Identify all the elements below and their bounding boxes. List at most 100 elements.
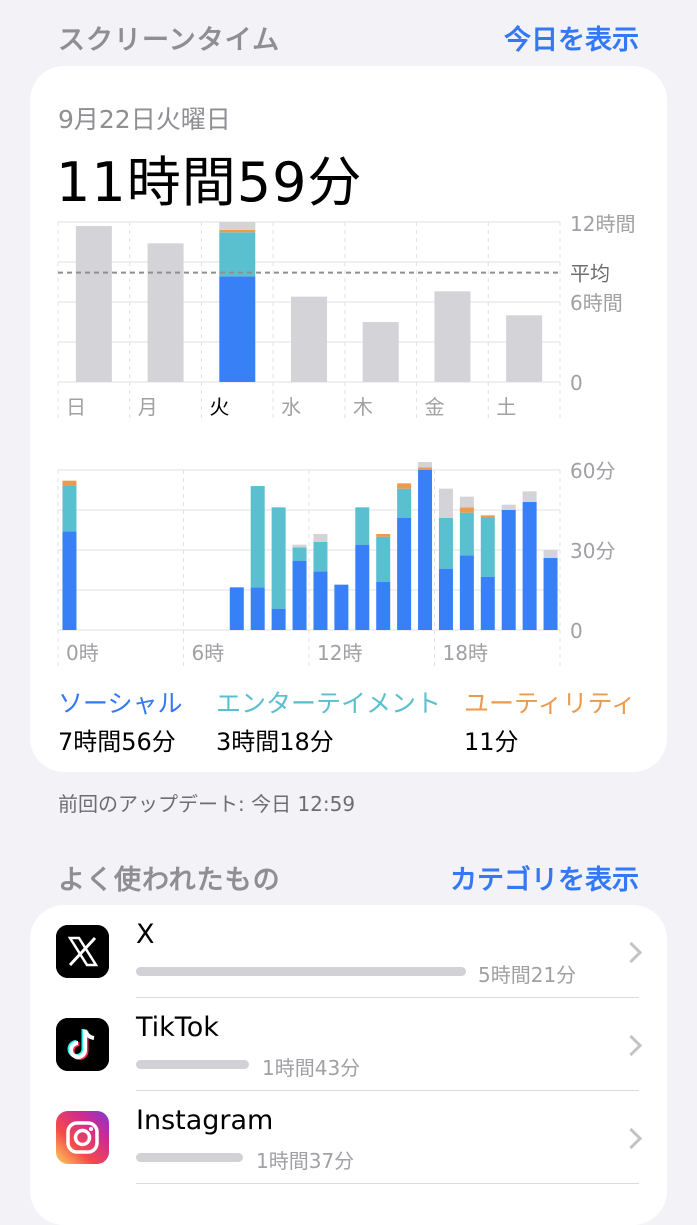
bar-other — [459, 496, 474, 508]
x-logo-icon — [56, 925, 109, 978]
show-categories-link[interactable]: カテゴリを表示 — [450, 858, 639, 897]
bar-utility — [62, 480, 77, 486]
bar-entertainment — [397, 488, 412, 518]
category-social-value: 7時間56分 — [58, 728, 176, 756]
bar-entertainment — [292, 547, 307, 561]
category-entertainment-value: 3時間18分 — [216, 728, 334, 756]
bar-social — [250, 587, 265, 630]
divider — [136, 1183, 639, 1184]
bar-entertainment — [480, 518, 495, 577]
bar-utility — [459, 507, 474, 513]
chevron-right-icon — [620, 1127, 643, 1150]
day-label: 木 — [353, 395, 373, 419]
hour-label: 6時 — [192, 641, 225, 665]
bar-entertainment — [376, 536, 391, 582]
bar-utility — [397, 483, 412, 489]
average-label: 平均 — [570, 262, 610, 286]
bar-other — [501, 504, 516, 510]
bar-other — [292, 544, 307, 548]
bar-social — [334, 584, 349, 630]
y-tick-label: 6時間 — [570, 291, 623, 315]
tiktok-logo-icon — [56, 1018, 109, 1071]
date-label: 9月22日火曜日 — [58, 105, 231, 134]
day-label: 日 — [66, 395, 86, 419]
y-tick-label: 0 — [570, 619, 583, 643]
bar-social — [480, 576, 495, 630]
bar-utility — [480, 515, 495, 518]
bar — [291, 296, 327, 382]
bar-other — [313, 534, 328, 542]
bar-entertainment — [355, 507, 370, 545]
show-today-link[interactable]: 今日を表示 — [504, 18, 639, 57]
bar-utility — [418, 467, 433, 470]
bar-social — [219, 276, 256, 382]
usage-time: 1時間37分 — [256, 1149, 355, 1173]
app-row-instagram[interactable]: Instagram 1時間37分 — [30, 1091, 667, 1184]
bar-social — [418, 470, 433, 630]
chevron-right-icon — [620, 941, 643, 964]
bar-other — [219, 222, 256, 230]
bar-entertainment — [250, 486, 265, 588]
chevron-right-icon — [620, 1034, 643, 1057]
hour-label: 12時 — [317, 641, 362, 665]
bar-entertainment — [219, 232, 256, 277]
y-tick-label: 60分 — [570, 459, 615, 483]
bar-social — [292, 560, 307, 630]
app-name: X — [136, 919, 155, 950]
bar-entertainment — [271, 507, 286, 609]
bar-social — [397, 518, 412, 630]
usage-time: 1時間43分 — [262, 1056, 361, 1080]
bar — [434, 291, 471, 382]
bar-other — [438, 488, 453, 518]
category-entertainment-label: エンターテイメント — [216, 689, 442, 718]
weekly-usage-chart[interactable]: 日 月 火 水 木 金 土 12時間平均 6時間 0 — [30, 206, 667, 426]
summary-card[interactable]: 9月22日火曜日 11時間59分 日月火水木金土 12時間 平均 6時間 0 0時 6時 1… — [30, 66, 667, 772]
bar-entertainment — [438, 518, 453, 569]
bar-entertainment — [313, 542, 328, 572]
bar-social — [313, 571, 328, 630]
instagram-logo-icon — [56, 1111, 109, 1164]
bar-social — [543, 558, 558, 630]
hourly-usage-chart[interactable]: 0時 6時 12時 18時 60分 30分 0 — [30, 456, 667, 666]
bar-social — [355, 544, 370, 630]
category-social-label: ソーシャル — [58, 689, 183, 718]
bar-other — [543, 550, 558, 558]
y-tick-label: 30分 — [570, 539, 615, 563]
day-label: 月 — [138, 395, 158, 419]
bar-social — [376, 582, 391, 630]
app-row-tiktok[interactable]: TikTok 1時間43分 — [30, 998, 667, 1091]
hour-label: 0時 — [66, 641, 99, 665]
bar — [75, 226, 112, 382]
bar-social — [522, 502, 537, 630]
bar-social — [271, 608, 286, 630]
hour-label: 18時 — [443, 641, 488, 665]
bar-social — [229, 587, 244, 630]
bar-social — [501, 510, 516, 630]
last-updated: 前回のアップデート: 今日 12:59 — [58, 792, 356, 816]
bar-other — [522, 491, 537, 502]
bar-social — [459, 555, 474, 630]
usage-bar — [136, 1060, 249, 1069]
day-label: 土 — [496, 395, 516, 419]
day-label: 火 — [209, 395, 229, 419]
bar-utility — [219, 229, 256, 233]
bar — [362, 322, 399, 382]
category-utility-value: 11分 — [464, 728, 519, 756]
usage-bar — [136, 1153, 243, 1162]
app-name: TikTok — [136, 1012, 219, 1043]
screen-time-title: スクリーンタイム — [58, 25, 281, 56]
day-label: 水 — [281, 395, 301, 419]
bar — [506, 315, 543, 382]
most-used-card: X 5時間21分 TikTok 1時間43分 Instagram 1時間37分 — [30, 905, 667, 1225]
app-row-x[interactable]: X 5時間21分 — [30, 905, 667, 998]
y-tick-label: 0 — [570, 371, 583, 395]
day-label: 金 — [425, 395, 445, 419]
bar-social — [438, 568, 453, 630]
usage-time: 5時間21分 — [478, 963, 577, 987]
bar-other — [418, 462, 433, 468]
bar-entertainment — [459, 512, 474, 556]
bar-entertainment — [62, 486, 77, 532]
usage-bar — [136, 967, 466, 976]
most-used-title: よく使われたもの — [58, 865, 281, 896]
bar-utility — [376, 534, 391, 537]
